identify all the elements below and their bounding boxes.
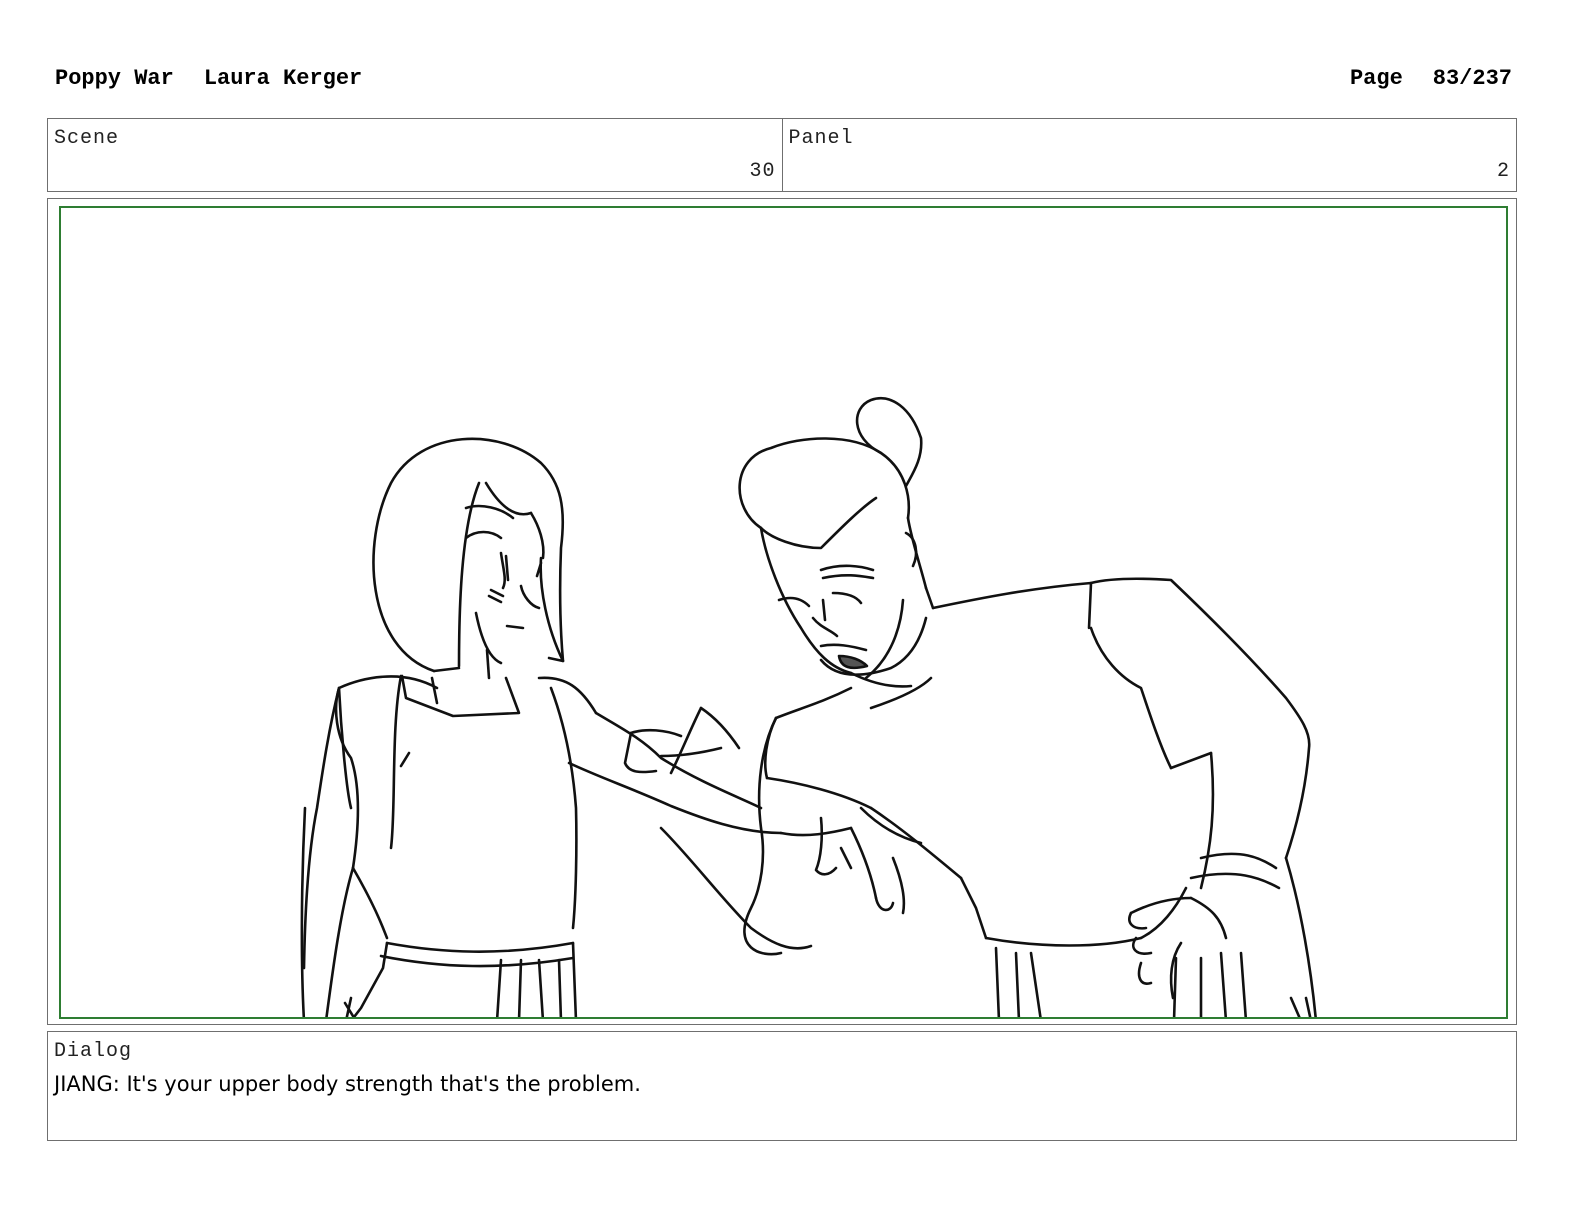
panel-label: Panel (788, 127, 854, 150)
storyboard-sketch (300, 397, 1317, 1017)
storyboard-drawing-area (59, 206, 1508, 1019)
man-mouth (837, 654, 869, 670)
dialog-box: Dialog JIANG: It's your upper body stren… (47, 1031, 1517, 1141)
page-header-left: Poppy War Laura Kerger (55, 64, 362, 94)
page-header-right: Page 83/237 (1350, 64, 1512, 94)
scene-label: Scene (54, 127, 120, 150)
girl-figure (300, 437, 783, 1017)
author-name: Laura Kerger (203, 66, 363, 91)
panel-number: 2 (1496, 160, 1510, 183)
man-figure (659, 397, 1317, 1017)
scene-cell: Scene 30 (48, 119, 782, 191)
girl-hair (372, 437, 565, 673)
page-number: 83/237 (1432, 66, 1512, 91)
dialog-text: JIANG: It's your upper body strength tha… (54, 1072, 641, 1096)
man-torso (931, 581, 1093, 630)
storyboard-panel-frame (47, 198, 1517, 1025)
scene-number: 30 (749, 160, 776, 183)
girl-arm (594, 711, 763, 810)
panel-cell: Panel 2 (781, 119, 1517, 191)
page-label: Page (1349, 66, 1403, 91)
man-arm (743, 716, 783, 956)
scene-panel-info: Scene 30 Panel 2 (47, 118, 1517, 192)
man-bun (855, 397, 923, 488)
dialog-label: Dialog (54, 1040, 133, 1063)
project-title: Poppy War (55, 66, 174, 91)
man-head (738, 437, 910, 530)
